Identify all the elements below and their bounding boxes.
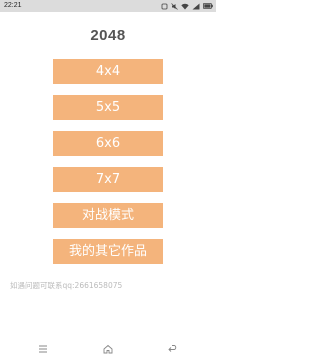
status-bar: 22:21 bbox=[0, 0, 216, 12]
wifi-icon bbox=[181, 3, 189, 9]
other-works-button[interactable]: 我的其它作品 bbox=[53, 239, 163, 264]
mute-icon bbox=[171, 2, 178, 10]
navigation-bar bbox=[0, 338, 216, 360]
mode-7x7-button[interactable]: 7x7 bbox=[53, 167, 163, 192]
game-title: 2048 bbox=[90, 27, 126, 44]
notification-icon bbox=[161, 3, 168, 9]
signal-icon bbox=[192, 3, 200, 9]
mode-6x6-button[interactable]: 6x6 bbox=[53, 131, 163, 156]
home-icon[interactable] bbox=[103, 344, 113, 354]
back-icon[interactable] bbox=[168, 344, 178, 354]
status-icons bbox=[161, 2, 213, 10]
menu-icon[interactable] bbox=[38, 344, 48, 354]
battery-icon bbox=[203, 3, 213, 9]
status-time: 22:21 bbox=[4, 2, 22, 9]
mode-5x5-button[interactable]: 5x5 bbox=[53, 95, 163, 120]
contact-info: 如遇问题可联系qq:2661658075 bbox=[10, 281, 123, 290]
battle-mode-button[interactable]: 对战模式 bbox=[53, 203, 163, 228]
mode-4x4-button[interactable]: 4x4 bbox=[53, 59, 163, 84]
